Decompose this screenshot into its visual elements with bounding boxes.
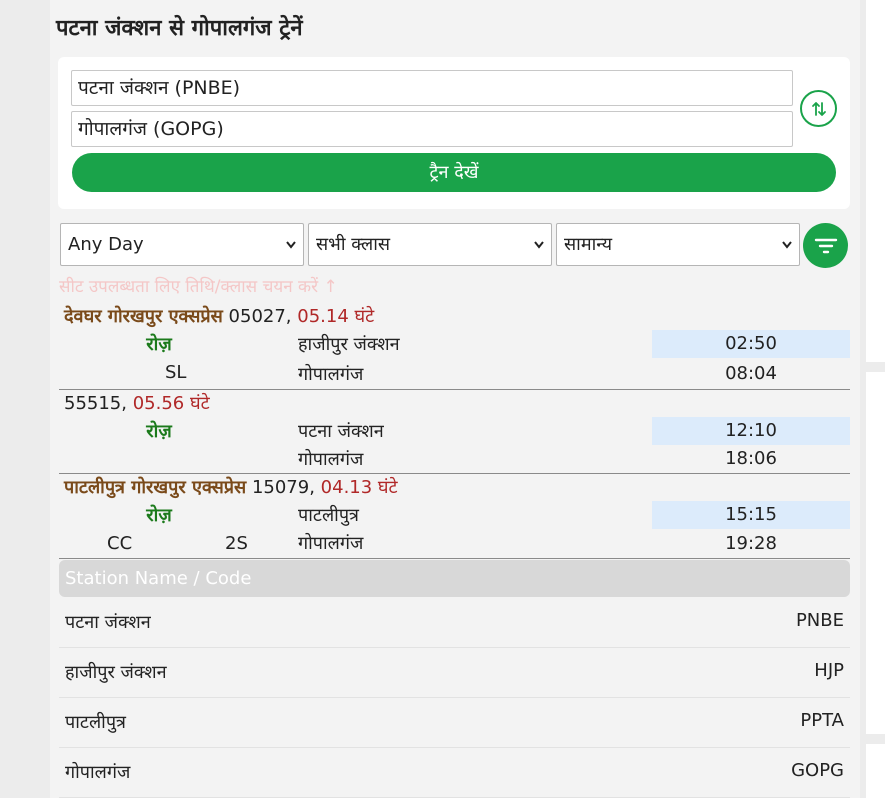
chevron-down-icon: [781, 224, 793, 282]
station-row[interactable]: पाटलीपुत्र PPTA: [59, 698, 850, 748]
train-header: पाटलीपुत्र गोरखपुर एक्सप्रेस 15079, 04.1…: [64, 475, 398, 499]
train-duration: 05.14 घंटे: [297, 306, 375, 327]
day-select-value: Any Day: [68, 234, 144, 255]
train-card[interactable]: देवघर गोरखपुर एक्सप्रेस 05027, 05.14 घंट…: [59, 304, 850, 390]
train-header: 55515, 05.56 घंटे: [64, 391, 210, 415]
side-panel-top: [866, 0, 885, 362]
to-station: गोपालगंज: [298, 533, 364, 554]
station-name: पाटलीपुत्र: [65, 712, 126, 733]
main-content: पटना जंक्शन से गोपालगंज ट्रेनें पटना जंक…: [50, 0, 860, 798]
from-station: पाटलीपुत्र: [298, 505, 359, 526]
running-days: रोज़: [146, 505, 172, 526]
to-station: गोपालगंज: [298, 449, 364, 470]
train-duration: 04.13 घंटे: [320, 477, 398, 498]
quota-select[interactable]: सामान्य: [556, 223, 800, 266]
train-duration: 05.56 घंटे: [132, 393, 210, 414]
search-card: पटना जंक्शन (PNBE) गोपालगंज (GOPG) ट्रैन…: [58, 57, 850, 209]
availability-hint: सीट उपलब्धता लिए तिथि/क्लास चयन करें ↑: [59, 277, 338, 297]
side-panel-middle: [866, 372, 885, 734]
train-card[interactable]: पाटलीपुत्र गोरखपुर एक्सप्रेस 15079, 04.1…: [59, 475, 850, 559]
to-station: गोपालगंज: [298, 364, 364, 385]
from-station: हाजीपुर जंक्शन: [298, 334, 400, 355]
stations-table-header: Station Name / Code: [59, 560, 850, 597]
train-number: 55515,: [64, 393, 127, 414]
station-row[interactable]: पटना जंक्शन PNBE: [59, 598, 850, 648]
train-name[interactable]: पाटलीपुत्र गोरखपुर एक्सप्रेस: [64, 477, 246, 498]
station-code: PPTA: [800, 710, 844, 731]
station-name: गोपालगंज: [65, 762, 131, 783]
day-select[interactable]: Any Day: [60, 223, 304, 266]
arrival-time: 19:28: [725, 533, 777, 554]
class-badge[interactable]: SL: [165, 362, 186, 383]
side-panel-bottom: [866, 744, 885, 798]
class-select[interactable]: सभी क्लास: [308, 223, 552, 266]
class-badge[interactable]: CC: [107, 533, 132, 554]
running-days: रोज़: [146, 334, 172, 355]
train-name[interactable]: देवघर गोरखपुर एक्सप्रेस: [64, 306, 223, 327]
to-station-input[interactable]: गोपालगंज (GOPG): [71, 111, 793, 147]
station-code: HJP: [814, 660, 844, 681]
departure-time: 15:15: [652, 501, 850, 529]
train-card[interactable]: 55515, 05.56 घंटे रोज़ पटना जंक्शन 12:10…: [59, 391, 850, 474]
departure-time: 02:50: [652, 330, 850, 358]
class-badge[interactable]: 2S: [225, 533, 248, 554]
train-header: देवघर गोरखपुर एक्सप्रेस 05027, 05.14 घंट…: [64, 304, 374, 328]
quota-select-value: सामान्य: [564, 234, 613, 255]
swap-stations-button[interactable]: [800, 90, 837, 127]
train-number: 05027,: [228, 306, 292, 327]
station-code: GOPG: [791, 760, 844, 781]
station-code: PNBE: [795, 610, 844, 631]
arrival-time: 18:06: [725, 448, 777, 469]
station-name: हाजीपुर जंक्शन: [65, 662, 167, 683]
chevron-down-icon: [533, 224, 545, 282]
arrival-time: 08:04: [725, 363, 777, 384]
station-row[interactable]: हाजीपुर जंक्शन HJP: [59, 648, 850, 698]
from-station: पटना जंक्शन: [298, 421, 384, 442]
train-number: 15079,: [251, 477, 315, 498]
search-trains-button[interactable]: ट्रैन देखें: [72, 153, 836, 192]
departure-time: 12:10: [652, 417, 850, 445]
station-row[interactable]: गोपालगंज GOPG: [59, 748, 850, 798]
station-name: पटना जंक्शन: [65, 612, 151, 633]
filter-button[interactable]: [803, 223, 848, 268]
swap-vertical-icon: [811, 101, 826, 116]
from-station-input[interactable]: पटना जंक्शन (PNBE): [71, 70, 793, 106]
class-select-value: सभी क्लास: [316, 234, 391, 255]
filter-icon: [814, 238, 837, 253]
page-title: पटना जंक्शन से गोपालगंज ट्रेनें: [56, 16, 303, 41]
running-days: रोज़: [146, 421, 172, 442]
